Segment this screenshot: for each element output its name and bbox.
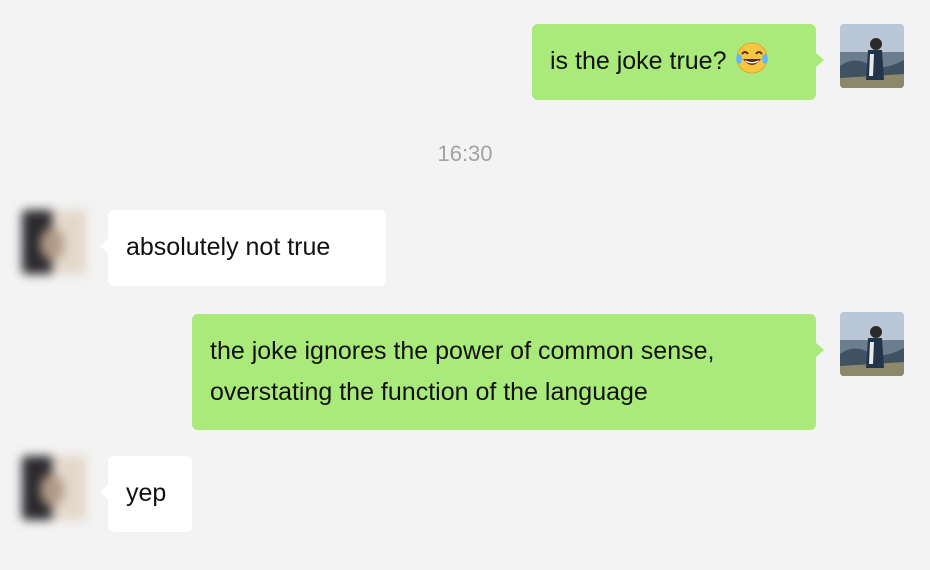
chat-window: is the joke true? 16:30 absolutely not t… <box>0 0 930 570</box>
message-bubble-1[interactable]: is the joke true? <box>532 24 824 100</box>
message-text-3-line-2: overstating the function of the language <box>210 378 648 406</box>
my-avatar-image <box>840 24 904 88</box>
message-text-1: is the joke true? <box>550 47 727 75</box>
contact-avatar-2[interactable] <box>22 456 86 520</box>
contact-avatar-image-2 <box>22 456 86 520</box>
tears-of-joy-emoji-icon <box>735 41 769 88</box>
my-avatar[interactable] <box>840 24 904 88</box>
my-avatar-image-2 <box>840 312 904 376</box>
contact-avatar[interactable] <box>22 210 86 274</box>
message-bubble-3[interactable]: the joke ignores the power of common sen… <box>192 314 824 430</box>
message-bubble-4[interactable]: yep <box>100 456 192 532</box>
message-text-3-line-1: the joke ignores the power of common sen… <box>210 337 715 365</box>
contact-avatar-image <box>22 210 86 274</box>
message-bubble-2[interactable]: absolutely not true <box>100 210 386 286</box>
message-text-4: yep <box>126 479 167 507</box>
my-avatar-2[interactable] <box>840 312 904 376</box>
message-timestamp: 16:30 <box>437 141 493 166</box>
message-text-2: absolutely not true <box>126 233 331 261</box>
